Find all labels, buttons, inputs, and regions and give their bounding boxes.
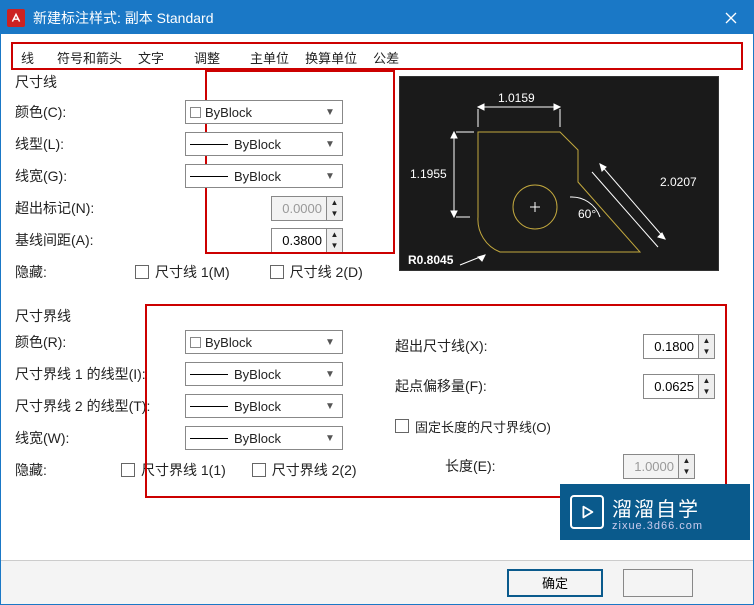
ext-lt1-combo[interactable]: ByBlock ▼ [185,362,343,386]
length-label: 长度(E): [395,456,565,476]
preview-panel: 1.0159 1.1955 2.0207 60° R0.8045 [399,76,719,271]
linetype-combo[interactable]: ByBlock ▼ [185,132,343,156]
extend-label: 超出标记(N): [15,198,185,218]
title-bar: 新建标注样式: 副本 Standard [1,1,753,34]
watermark-brand: 溜溜自学 [612,493,703,522]
hide-dimline1-check[interactable]: 尺寸线 1(M) [135,262,230,282]
beyond-input[interactable] [644,335,698,358]
preview-dim-diag: 2.0207 [660,175,697,189]
ext-color-label: 颜色(R): [15,332,185,352]
color-value: ByBlock [205,105,322,120]
preview-dim-left: 1.1955 [410,167,447,181]
preview-dim-top: 1.0159 [498,91,535,105]
length-input[interactable] [624,455,678,478]
offset-spinner[interactable]: ▲▼ [643,374,715,399]
tab-lines[interactable]: 线 [13,44,49,68]
ext-color-value: ByBlock [205,335,322,350]
chevron-down-icon: ▼ [322,171,338,182]
chevron-down-icon: ▼ [322,401,338,412]
hide-label: 隐藏: [15,262,95,282]
ext-hide-label: 隐藏: [15,460,95,480]
checkbox-icon [270,265,284,279]
highlight-box-1 [205,70,395,254]
line-preview-icon [190,406,228,407]
tab-strip: 线 符号和箭头 文字 调整 主单位 换算单位 公差 [11,42,743,70]
spin-up-icon[interactable]: ▲ [699,335,714,347]
dimension-lines-group: 尺寸线 颜色(C): ByBlock ▼ 线型(L): ByBlock ▼ [15,72,395,282]
chevron-down-icon: ▼ [322,337,338,348]
dialog-window: 新建标注样式: 副本 Standard 线 符号和箭头 文字 调整 主单位 换算… [0,0,754,605]
length-spinner[interactable]: ▲▼ [623,454,695,479]
beyond-label: 超出尺寸线(X): [395,336,565,356]
tab-text[interactable]: 文字 [130,44,172,68]
line-preview-icon [190,144,228,145]
baseline-label: 基线间距(A): [15,230,185,250]
app-icon [7,9,25,27]
linetype-label: 线型(L): [15,134,185,154]
ext-lt2-value: ByBlock [234,399,322,414]
window-title: 新建标注样式: 副本 Standard [33,8,708,28]
ok-button[interactable]: 确定 [507,569,603,597]
spin-up-icon[interactable]: ▲ [699,375,714,387]
tab-primary-units[interactable]: 主单位 [242,44,297,68]
chevron-down-icon: ▼ [322,139,338,150]
hide-extline2-check[interactable]: 尺寸界线 2(2) [252,460,357,480]
line-preview-icon [190,176,228,177]
checkbox-icon [252,463,266,477]
color-combo[interactable]: ByBlock ▼ [185,100,343,124]
ext-lt2-label: 尺寸界线 2 的线型(T): [15,396,185,416]
extension-lines-group: 尺寸界线 颜色(R): ByBlock ▼ 尺寸界线 1 的线型(I): ByB… [15,306,735,330]
lineweight-value: ByBlock [234,169,322,184]
checkbox-icon [395,419,409,433]
spin-up-icon[interactable]: ▲ [679,455,694,467]
chevron-down-icon: ▼ [322,369,338,380]
secondary-button[interactable] [623,569,693,597]
ext-color-combo[interactable]: ByBlock ▼ [185,330,343,354]
hide-extline1-check[interactable]: 尺寸界线 1(1) [121,460,226,480]
offset-input[interactable] [644,375,698,398]
ext-lw-combo[interactable]: ByBlock ▼ [185,426,343,450]
line-preview-icon [190,438,228,439]
spin-down-icon[interactable]: ▼ [699,346,714,358]
color-label: 颜色(C): [15,102,185,122]
extlines-title: 尺寸界线 [15,306,735,326]
spin-down-icon[interactable]: ▼ [679,466,694,478]
close-button[interactable] [708,1,753,34]
beyond-spinner[interactable]: ▲▼ [643,334,715,359]
tab-fit[interactable]: 调整 [186,44,228,68]
ext-lw-value: ByBlock [234,431,322,446]
ext-lw-label: 线宽(W): [15,428,185,448]
tab-symbols[interactable]: 符号和箭头 [49,44,130,68]
lineweight-label: 线宽(G): [15,166,185,186]
checkbox-icon [135,265,149,279]
chevron-down-icon: ▼ [322,433,338,444]
bottom-bar: 确定 [1,560,753,604]
offset-label: 起点偏移量(F): [395,376,565,396]
linetype-value: ByBlock [234,137,322,152]
ext-lt1-value: ByBlock [234,367,322,382]
color-swatch-icon [190,107,201,118]
watermark: 溜溜自学 zixue.3d66.com [560,484,750,540]
hide-dimline2-check[interactable]: 尺寸线 2(D) [270,262,363,282]
watermark-sub: zixue.3d66.com [612,520,703,532]
ext-lt2-combo[interactable]: ByBlock ▼ [185,394,343,418]
fixed-length-check[interactable]: 固定长度的尺寸界线(O) [395,417,551,436]
tab-tolerance[interactable]: 公差 [365,44,407,68]
preview-dim-radius: R0.8045 [408,253,453,267]
color-swatch-icon [190,337,201,348]
checkbox-icon [121,463,135,477]
ext-lt1-label: 尺寸界线 1 的线型(I): [15,364,185,384]
line-preview-icon [190,374,228,375]
lineweight-combo[interactable]: ByBlock ▼ [185,164,343,188]
chevron-down-icon: ▼ [322,107,338,118]
preview-dim-angle: 60° [578,207,596,221]
spin-down-icon[interactable]: ▼ [699,386,714,398]
play-icon [570,495,604,529]
tab-alt-units[interactable]: 换算单位 [297,44,365,68]
